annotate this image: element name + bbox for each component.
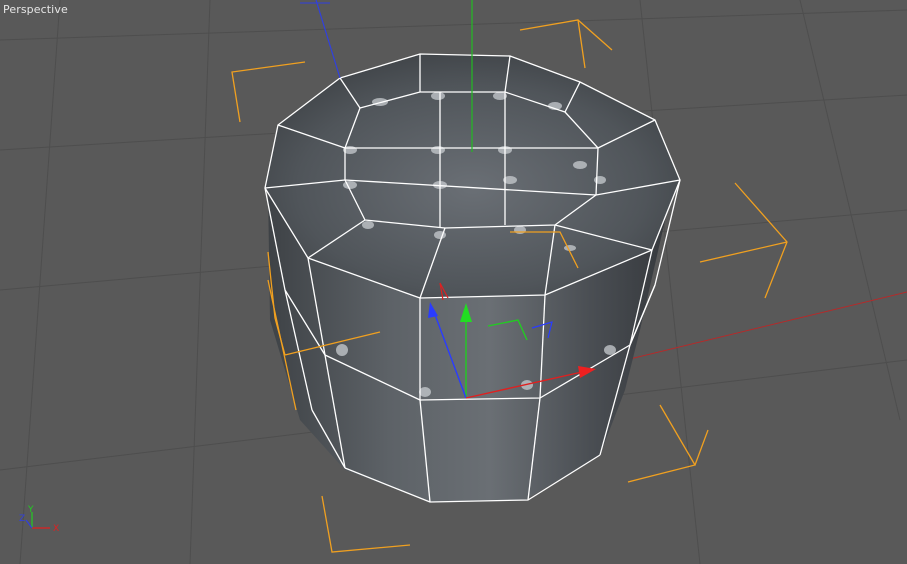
- orientation-y-label: Y: [27, 505, 34, 515]
- viewport-scene[interactable]: Y X Z: [0, 0, 907, 564]
- viewport-camera-label[interactable]: Perspective: [3, 3, 68, 16]
- orientation-gizmo: Y X Z: [19, 505, 59, 534]
- world-z-axis-line: [315, 0, 341, 79]
- 3d-viewport[interactable]: Y X Z Perspective: [0, 0, 907, 564]
- orientation-z-label: Z: [19, 514, 25, 524]
- orientation-x-label: X: [53, 524, 59, 534]
